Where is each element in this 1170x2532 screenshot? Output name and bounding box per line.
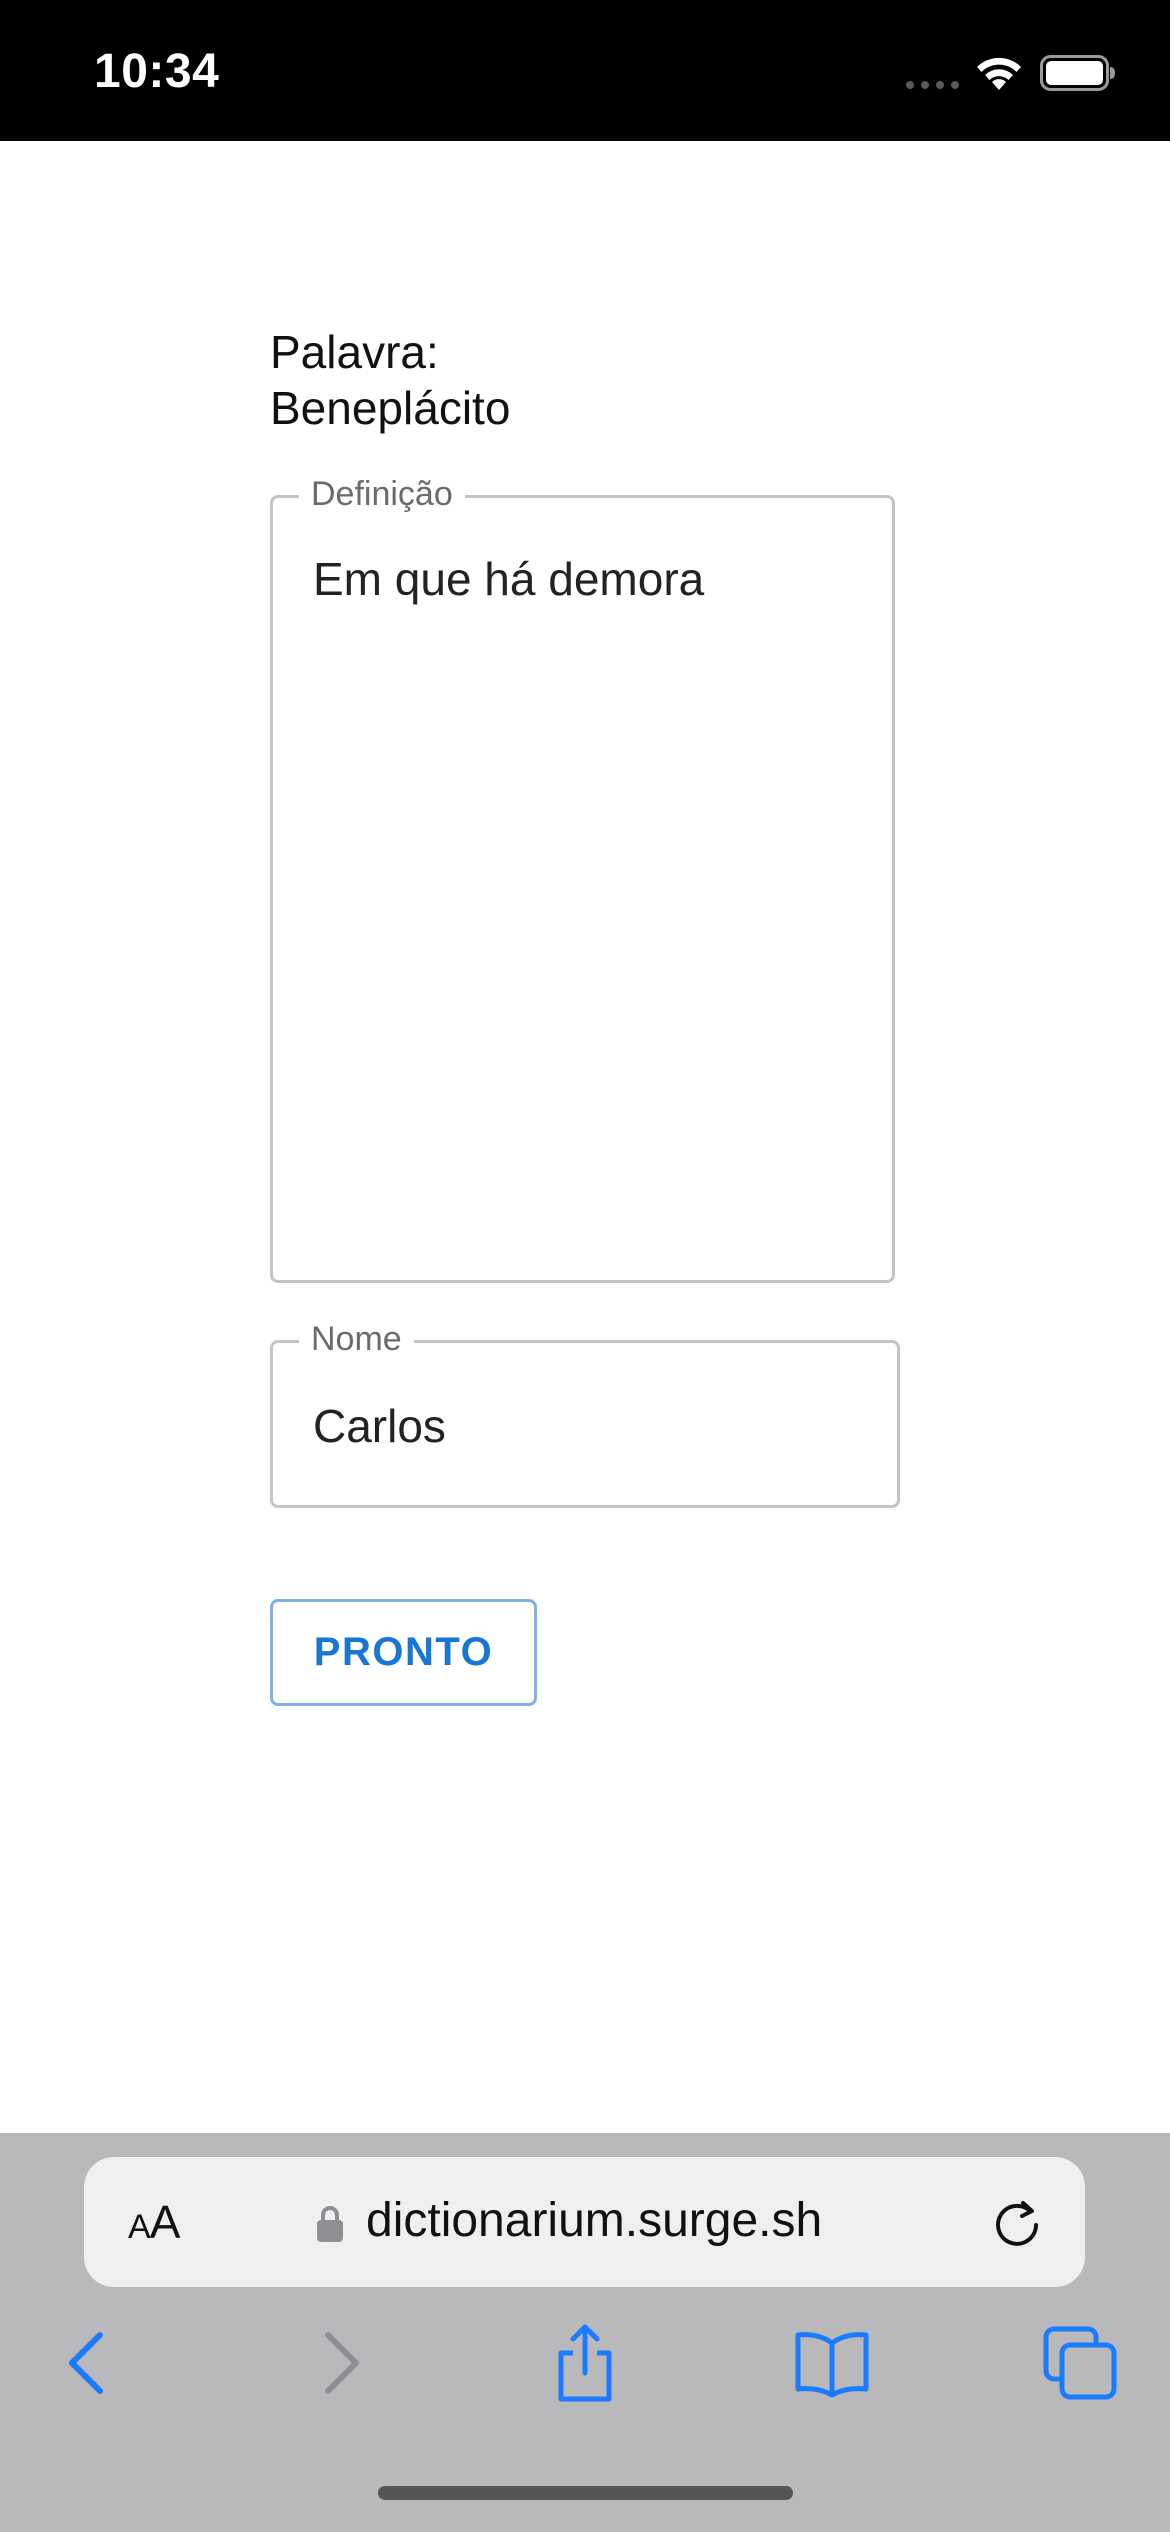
cellular-signal-icon <box>906 81 959 89</box>
reload-icon[interactable] <box>990 2197 1044 2251</box>
forward-icon[interactable] <box>300 2323 380 2403</box>
share-icon[interactable] <box>545 2323 625 2403</box>
done-button[interactable]: PRONTO <box>270 1599 537 1706</box>
text-size-small-label: A <box>128 2208 151 2246</box>
battery-icon <box>1040 55 1115 91</box>
text-size-large-label: A <box>149 2196 181 2248</box>
name-field[interactable]: Nome Carlos <box>270 1319 900 1508</box>
name-label: Nome <box>299 1319 414 1359</box>
definition-field[interactable]: Definição Em que há demora <box>270 474 895 1283</box>
status-bar: 10:34 <box>0 0 1170 141</box>
browser-bar: AA dictionarium.surge.sh <box>0 2133 1170 2532</box>
lock-icon <box>317 2206 343 2242</box>
word-label: Palavra: <box>270 326 439 378</box>
definition-value[interactable]: Em que há demora <box>313 552 704 606</box>
text-size-icon[interactable]: AA <box>128 2195 181 2249</box>
word-value: Beneplácito <box>270 382 511 434</box>
wifi-icon <box>977 57 1021 90</box>
home-indicator[interactable] <box>378 2486 793 2500</box>
tabs-icon[interactable] <box>1040 2323 1120 2403</box>
status-time: 10:34 <box>94 45 220 98</box>
url-text[interactable]: dictionarium.surge.sh <box>366 2193 822 2248</box>
back-icon[interactable] <box>48 2323 128 2403</box>
name-value[interactable]: Carlos <box>313 1399 446 1453</box>
address-bar[interactable]: AA dictionarium.surge.sh <box>84 2157 1085 2287</box>
bookmarks-icon[interactable] <box>792 2323 872 2403</box>
definition-label: Definição <box>299 474 465 514</box>
